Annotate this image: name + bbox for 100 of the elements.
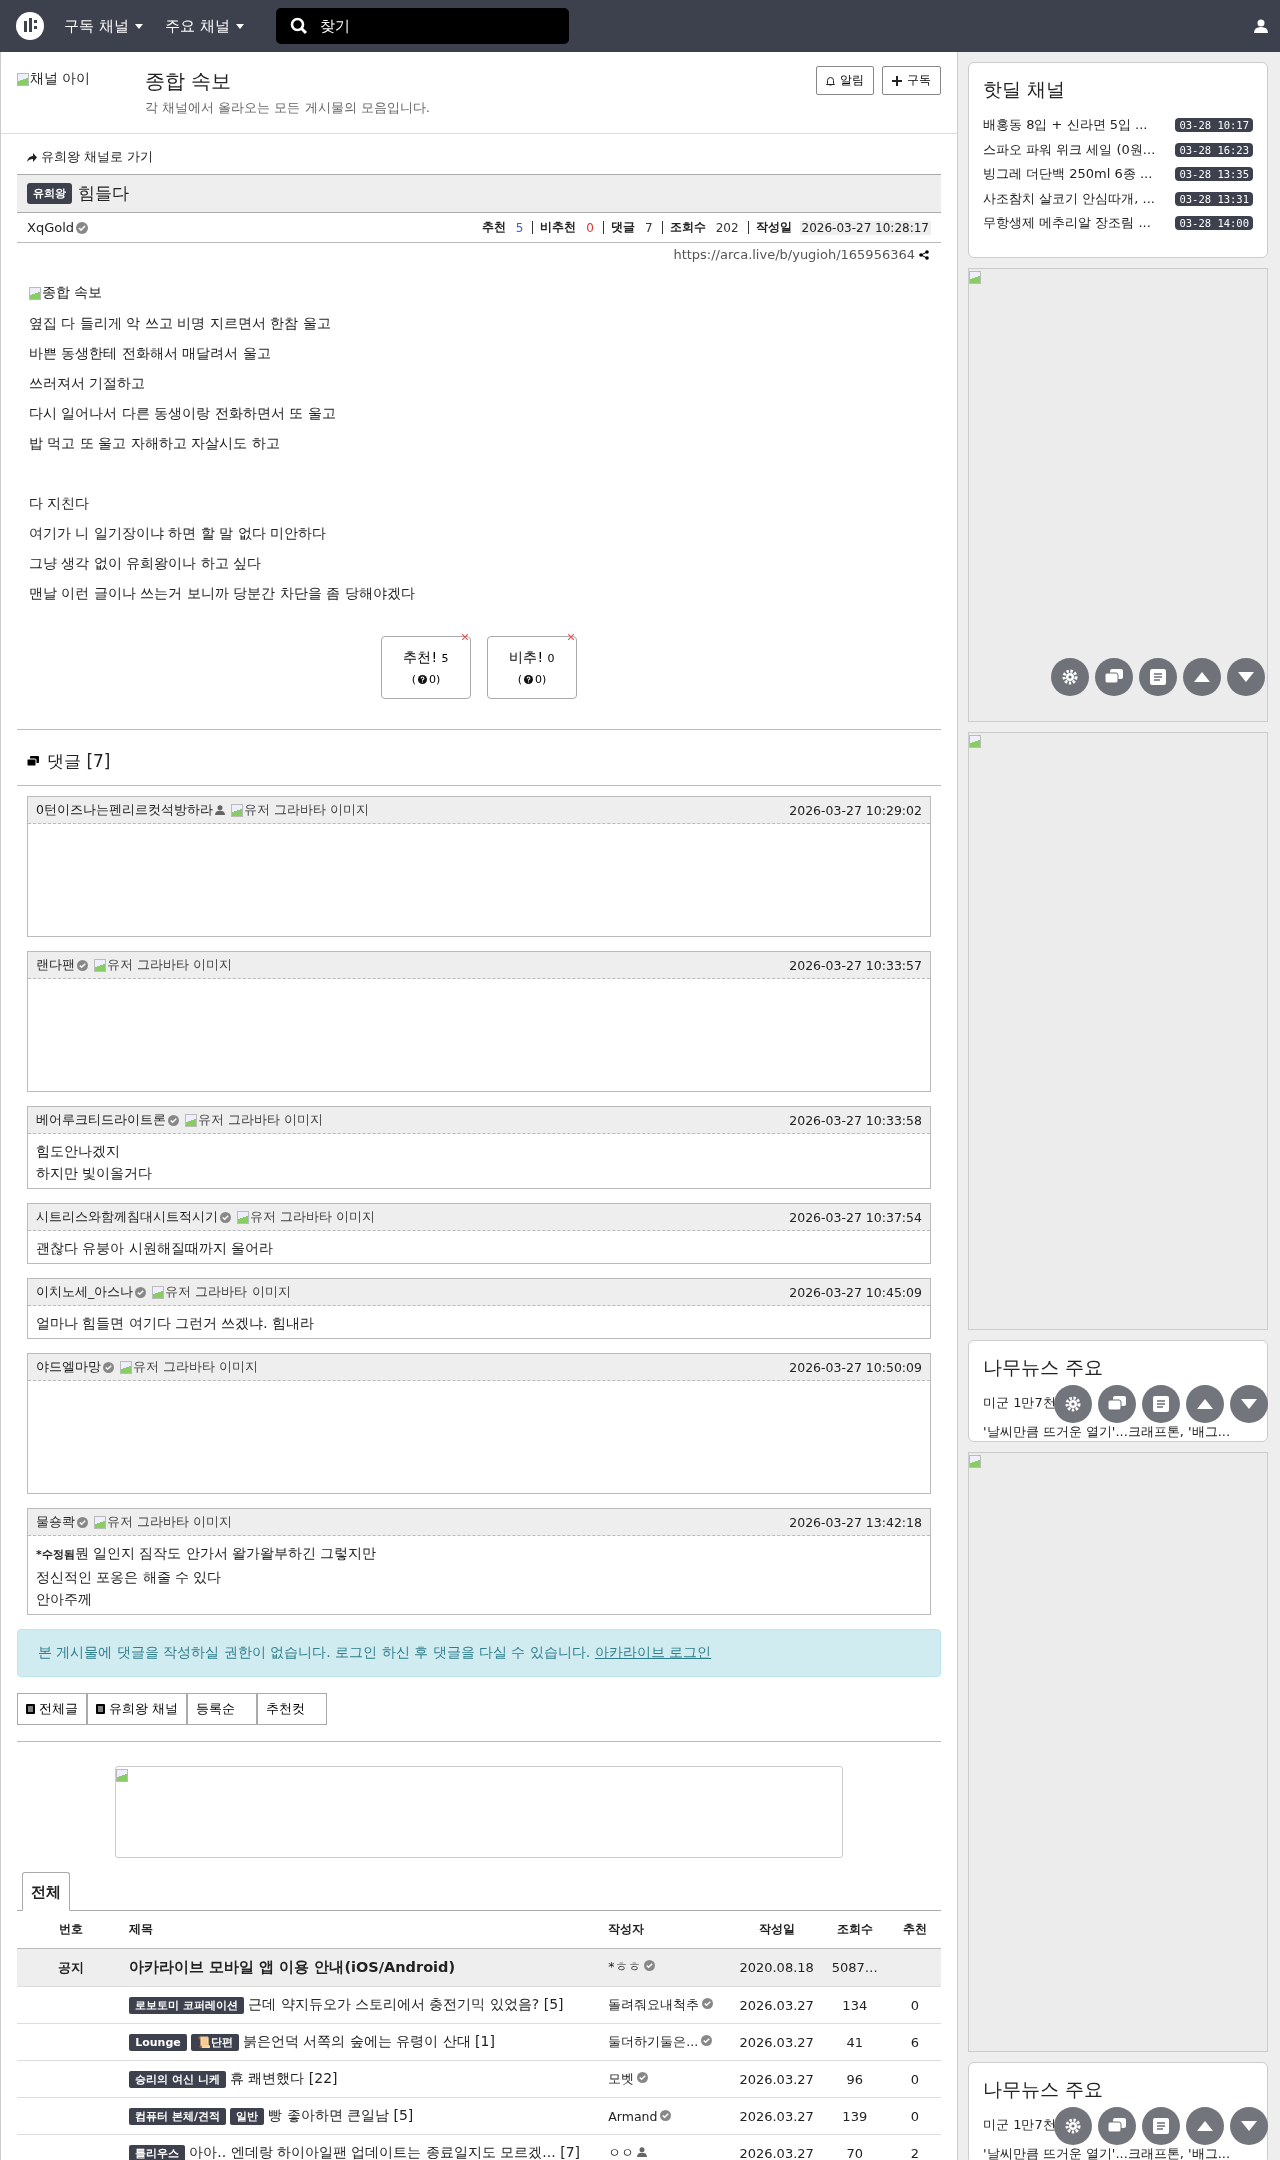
post-text-line: 쓰러져서 기절하고: [29, 374, 147, 393]
view-count: 5087…: [831, 1960, 878, 1975]
comment-text: *수정됨뭔 일인지 짐작도 안가서 왈가왈부하긴 그렇지만: [36, 1544, 378, 1563]
comment-time: 2026-03-27 10:45:09: [789, 1284, 922, 1300]
post-link[interactable]: 휴 쾌변했다 [22]: [229, 2070, 338, 2086]
time-badge: 03-28 13:35: [1175, 167, 1253, 182]
post-url[interactable]: https://arca.live/b/yugioh/165956364: [673, 247, 915, 262]
card-title: 핫딜 채널: [983, 77, 1067, 102]
post-text-line: 밥 먹고 또 울고 자해하고 자살시도 하고: [29, 434, 281, 453]
category-tag: 로보토미 코퍼레이션: [129, 1997, 245, 2014]
close-icon[interactable]: [462, 634, 468, 640]
up-icon: [1194, 672, 1210, 682]
column-header: 번호: [17, 1911, 126, 1949]
comments-heading: 댓글 [7]: [47, 750, 111, 773]
hotdeal-link[interactable]: 배홍동 8입 + 신라면 5입 ...: [983, 116, 1148, 135]
stat-value: 2026-03-27 10:28:17: [799, 220, 931, 235]
stat-value: 5: [514, 220, 525, 235]
news-link[interactable]: 미군 1만7천: [983, 2113, 1056, 2136]
hotdeal-link[interactable]: 빙그레 더단백 250ml 6종 ...: [983, 165, 1153, 184]
avatar-alt-text: 유저 그라바타 이미지: [94, 1513, 233, 1531]
list-icon: [96, 1704, 105, 1714]
site-logo-icon[interactable]: [16, 12, 44, 40]
author-name[interactable]: 둘더하기둘은...: [608, 2033, 699, 2049]
comment-text: 안아주께: [36, 1590, 93, 1609]
search-field[interactable]: 찾기: [275, 8, 569, 44]
comment-author[interactable]: 랜다팬: [36, 956, 75, 974]
comment-time: 2026-03-27 10:29:02: [789, 802, 922, 818]
comments-icon: [27, 756, 39, 767]
question-icon: [418, 675, 427, 684]
list-button[interactable]: 등록순: [187, 1693, 258, 1725]
comment-author[interactable]: 시트리스와함께침대시트적시기: [36, 1208, 218, 1226]
comment-author[interactable]: 물숑콱: [36, 1513, 75, 1531]
author-name[interactable]: ㅇㅇ: [608, 2144, 635, 2160]
comment-author[interactable]: 야드엘마망: [36, 1358, 101, 1376]
share-icon[interactable]: [919, 249, 929, 260]
post-text-line: 다시 일어나서 다른 동생이랑 전화하면서 또 울고: [29, 404, 337, 423]
nav-dropdown[interactable]: 구독 채널: [64, 16, 143, 36]
hotdeal-link[interactable]: 사조참치 살코기 안심따개, ...: [983, 189, 1155, 208]
author-name[interactable]: 모벳: [608, 2070, 635, 2086]
hotdeal-link[interactable]: 무항생제 메추리알 장조림 ...: [983, 214, 1151, 233]
list-button[interactable]: 전체글: [17, 1693, 87, 1725]
post-link[interactable]: 빵 좋아하면 큰일남 [5]: [268, 2107, 414, 2123]
image-alt-text: 종합 속보: [29, 284, 103, 302]
time-badge: 03-28 13:31: [1175, 191, 1253, 206]
comment-time: 2026-03-27 10:33:57: [789, 957, 922, 973]
list-icon: [1153, 1396, 1169, 1412]
author-name[interactable]: *ㅎㅎ: [608, 1959, 641, 1974]
author-name[interactable]: XqGold: [27, 220, 75, 235]
board-tab[interactable]: 전체: [22, 1872, 70, 1911]
avatar-alt-text: 유저 그라바타 이미지: [120, 1358, 259, 1376]
down-icon: [1241, 1399, 1257, 1409]
subscribe-button[interactable]: 구독: [882, 66, 941, 95]
comment-author[interactable]: 베어루크티드라이트론: [36, 1111, 166, 1129]
plus-icon: [892, 75, 902, 86]
back-to-channel-link[interactable]: 유희왕 채널로 가기: [41, 148, 154, 166]
user-icon[interactable]: [1254, 19, 1268, 33]
post-link[interactable]: 아카라이브 모바일 앱 이용 안내(iOS/Android): [129, 1959, 456, 1975]
news-link[interactable]: '날씨만큼 뜨거운 열기'...크래프톤, '배그...: [983, 1420, 1231, 1441]
column-header: 제목: [125, 1911, 605, 1949]
comment-text: 하지만 빛이올거다: [36, 1164, 154, 1183]
category-tag: 승리의 여신 니케: [129, 2071, 226, 2088]
post-date: 2020.08.18: [739, 1960, 814, 1975]
news-link[interactable]: '날씨만큼 뜨거운 열기'...크래프톤, '배그...: [983, 2142, 1231, 2160]
login-link[interactable]: 아카라이브 로그인: [594, 1644, 712, 1660]
category-tag: 📜단편: [190, 2034, 239, 2051]
nav-dropdown[interactable]: 주요 채널: [164, 16, 244, 36]
close-icon[interactable]: [568, 634, 574, 640]
author-name[interactable]: Armand: [608, 2108, 658, 2124]
up-icon: [1197, 2121, 1213, 2131]
comment-time: 2026-03-27 13:42:18: [789, 1514, 922, 1530]
column-header: 작성자: [604, 1911, 733, 1949]
post-date: 2026.03.27: [739, 2034, 814, 2050]
channel-description: 각 채널에서 올라오는 모든 게시물의 모음입니다.: [145, 99, 430, 117]
view-count: 134: [842, 1997, 868, 2013]
channel-title: 종합 속보: [145, 68, 233, 95]
channel-icon-alt-text: 채널 아이: [17, 70, 117, 88]
comment-author[interactable]: 이치노세_아스나: [36, 1283, 134, 1301]
verified-icon: [76, 221, 89, 234]
chat-icon: [1108, 1396, 1126, 1412]
stat-label: 추천: [481, 219, 506, 236]
news-link[interactable]: 미군 1만7천: [983, 1391, 1056, 1414]
avatar-alt-text: 유저 그라바타 이미지: [94, 956, 233, 974]
list-icon: [26, 1704, 35, 1714]
downvote-button[interactable]: 비추! 0 ( 0): [487, 636, 577, 699]
view-count: 41: [846, 2034, 864, 2050]
list-button[interactable]: 추천컷: [257, 1693, 328, 1725]
author-name[interactable]: 돌려줘요내척추: [608, 1996, 700, 2012]
post-date: 2026.03.27: [739, 1997, 814, 2013]
time-badge: 03-28 16:23: [1175, 142, 1253, 157]
notify-button[interactable]: 알림: [816, 66, 874, 95]
hotdeal-link[interactable]: 스파오 파워 위크 세일 (0원...: [983, 140, 1156, 159]
post-link[interactable]: 아아.. 엔데랑 하이아일팬 업데이트는 종료일지도 모르겠... [7]: [189, 2144, 580, 2160]
post-link[interactable]: 붉은언덕 서쪽의 숲에는 유령이 산대 [1]: [242, 2033, 495, 2049]
comment-author[interactable]: 0턴이즈나는펜리르컷석방하라: [36, 801, 213, 819]
post-link[interactable]: 근데 약지듀오가 스토리에서 충전기믹 있었음? [5]: [248, 1996, 564, 2012]
upvote-button[interactable]: 추천! 5 ( 0): [381, 636, 471, 699]
settings-icon: [1061, 668, 1079, 686]
like-count: 6: [910, 2034, 920, 2050]
list-button[interactable]: 유희왕 채널: [87, 1693, 188, 1725]
stat-label: 조회수: [669, 219, 706, 236]
